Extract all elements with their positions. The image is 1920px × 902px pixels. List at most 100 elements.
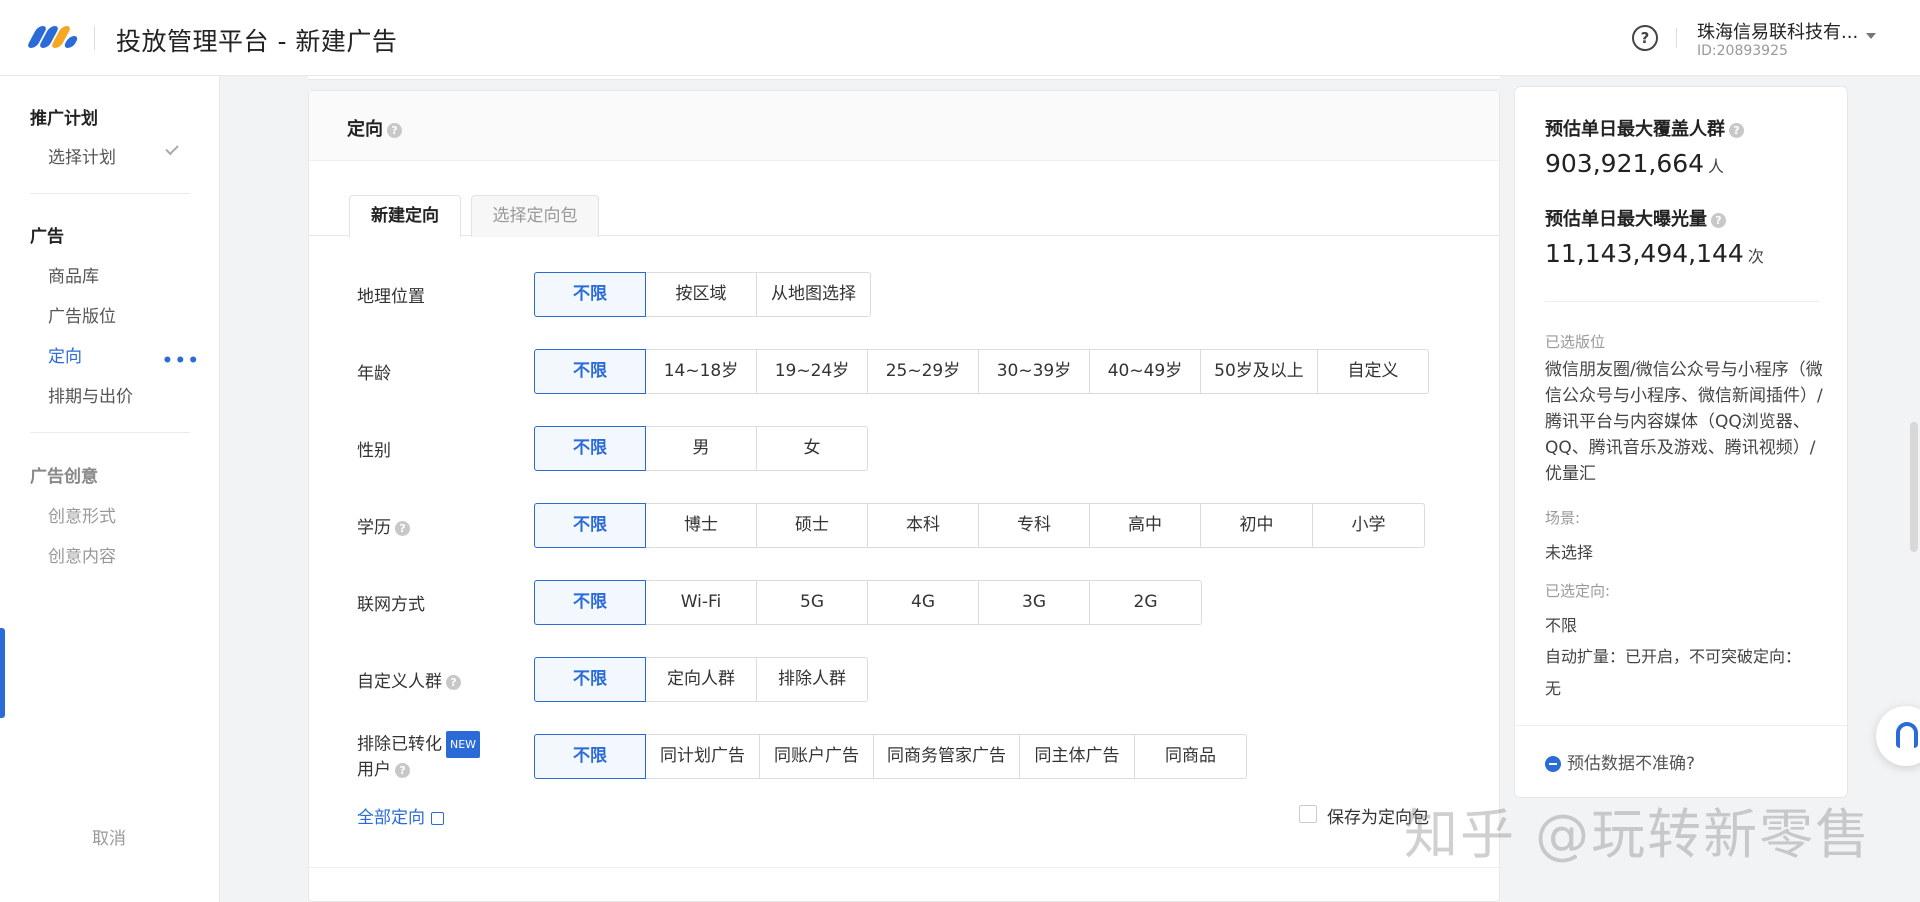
more-dots-icon[interactable]: •••	[162, 351, 201, 371]
new-badge: NEW	[446, 731, 481, 758]
impressions-number: 11,143,494,144	[1545, 239, 1744, 268]
estimate-panel: 预估单日最大覆盖人群? 903,921,664 人 预估单日最大曝光量? 11,1…	[1514, 86, 1848, 798]
education-option[interactable]: 博士	[646, 503, 757, 548]
reach-value: 903,921,664 人	[1545, 149, 1724, 178]
exclude-converted-option[interactable]: 不限	[534, 734, 646, 779]
row-label-network: 联网方式	[357, 595, 425, 615]
help-icon[interactable]: ?	[1711, 212, 1726, 228]
scrollbar[interactable]	[1910, 422, 1918, 552]
network-option[interactable]: 2G	[1090, 580, 1202, 625]
network-option[interactable]: 不限	[534, 580, 646, 625]
tab-new-targeting[interactable]: 新建定向	[349, 195, 461, 238]
row-label-custom-audience-text: 自定义人群	[357, 672, 442, 692]
inaccurate-feedback-text[interactable]: 预估数据不准确?	[1567, 754, 1695, 774]
education-option[interactable]: 初中	[1201, 503, 1313, 548]
geo-option[interactable]: 从地图选择	[757, 272, 871, 317]
education-option[interactable]: 专科	[979, 503, 1090, 548]
exclude-converted-option[interactable]: 同商品	[1135, 734, 1247, 779]
age-option[interactable]: 14~18岁	[646, 349, 757, 394]
education-option[interactable]: 硕士	[757, 503, 868, 548]
education-option[interactable]: 高中	[1090, 503, 1201, 548]
page-title: 投放管理平台 - 新建广告	[116, 27, 398, 56]
exclude-converted-options: 不限 同计划广告 同账户广告 同商务管家广告 同主体广告 同商品	[534, 734, 1247, 779]
help-icon[interactable]: ?	[1632, 25, 1658, 51]
age-option[interactable]: 30~39岁	[979, 349, 1090, 394]
gender-option[interactable]: 男	[646, 426, 757, 471]
age-option[interactable]: 自定义	[1318, 349, 1429, 394]
sidebar-group-ad: 广告	[30, 227, 64, 247]
geo-option[interactable]: 按区域	[646, 272, 757, 317]
custom-audience-option[interactable]: 不限	[534, 657, 646, 702]
sidebar-item-placement[interactable]: 广告版位	[48, 302, 116, 327]
network-option[interactable]: 3G	[979, 580, 1090, 625]
sidebar-item-schedule[interactable]: 排期与出价	[48, 382, 133, 407]
support-headset-button[interactable]	[1876, 706, 1920, 766]
age-option[interactable]: 不限	[534, 349, 646, 394]
all-targeting-text[interactable]: 全部定向	[357, 808, 425, 828]
gender-option[interactable]: 女	[757, 426, 868, 471]
header-divider	[1676, 28, 1677, 48]
age-option[interactable]: 25~29岁	[868, 349, 979, 394]
row-label-custom-audience: 自定义人群?	[357, 667, 461, 692]
cancel-button[interactable]: 取消	[92, 824, 126, 849]
targeting-label: 已选定向:	[1545, 582, 1611, 600]
exclude-converted-option[interactable]: 同商务管家广告	[874, 734, 1020, 779]
card-title: 定向?	[347, 115, 402, 141]
header-divider	[94, 26, 95, 50]
card-title-text: 定向	[347, 119, 383, 140]
gender-option[interactable]: 不限	[534, 426, 646, 471]
gender-options: 不限 男 女	[534, 426, 868, 471]
custom-audience-option[interactable]: 定向人群	[646, 657, 757, 702]
watermark: 知乎 @玩转新零售	[1404, 803, 1872, 866]
help-icon[interactable]: ?	[446, 674, 461, 690]
targeting-value: 不限	[1545, 616, 1578, 635]
sidebar-group-plan: 推广计划	[30, 109, 98, 129]
sidebar-item-products[interactable]: 商品库	[48, 262, 99, 287]
placement-label: 已选版位	[1545, 333, 1606, 351]
age-option[interactable]: 40~49岁	[1090, 349, 1201, 394]
custom-audience-option[interactable]: 排除人群	[757, 657, 868, 702]
all-targeting-link[interactable]: 全部定向	[357, 803, 444, 828]
help-icon[interactable]: ?	[395, 520, 410, 536]
panel-divider	[1545, 301, 1819, 302]
help-icon[interactable]: ?	[395, 762, 410, 778]
targeting-card: 定向? 新建定向 选择定向包 地理位置 不限 按区域 从地图选择 年龄 不限 1…	[308, 90, 1500, 902]
inaccurate-feedback-link[interactable]: 预估数据不准确?	[1545, 749, 1695, 774]
top-header: 投放管理平台 - 新建广告 ? 珠海信易联科技有... ID:20893925	[0, 0, 1920, 76]
account-id: ID:20893925	[1697, 43, 1788, 59]
chevron-down-icon[interactable]	[1866, 33, 1876, 39]
sidebar-divider	[30, 193, 190, 194]
row-label-exclude-converted: 排除已转化 NEW 用户?	[357, 731, 481, 783]
network-option[interactable]: Wi-Fi	[646, 580, 757, 625]
sidebar-item-select-plan[interactable]: 选择计划	[48, 143, 116, 168]
network-option[interactable]: 5G	[757, 580, 868, 625]
age-options: 不限 14~18岁 19~24岁 25~29岁 30~39岁 40~49岁 50…	[534, 349, 1429, 394]
exclude-converted-option[interactable]: 同账户广告	[760, 734, 874, 779]
sidebar-item-creative-content[interactable]: 创意内容	[48, 542, 116, 567]
help-icon[interactable]: ?	[1729, 122, 1744, 138]
age-option[interactable]: 19~24岁	[757, 349, 868, 394]
sidebar-item-targeting[interactable]: 定向	[48, 342, 82, 367]
auto-expand-value: 无	[1545, 679, 1562, 698]
network-option[interactable]: 4G	[868, 580, 979, 625]
card-header: 定向?	[309, 91, 1499, 161]
geo-option[interactable]: 不限	[534, 272, 646, 317]
save-package-checkbox[interactable]	[1299, 805, 1317, 823]
placement-value: 微信朋友圈/微信公众号与小程序（微信公众号与小程序、微信新闻插件）/腾讯平台与内…	[1545, 360, 1823, 484]
age-option[interactable]: 50岁及以上	[1201, 349, 1318, 394]
row-label-exclude-line1: 排除已转化	[357, 734, 442, 755]
auto-expand-text: 自动扩量：已开启，不可突破定向：	[1545, 647, 1802, 666]
exclude-converted-option[interactable]: 同计划广告	[646, 734, 760, 779]
account-name[interactable]: 珠海信易联科技有...	[1697, 18, 1858, 44]
geo-options: 不限 按区域 从地图选择	[534, 272, 871, 317]
side-tab-marker[interactable]	[0, 628, 5, 718]
help-icon[interactable]: ?	[387, 122, 402, 138]
sidebar: 推广计划 选择计划 广告 商品库 广告版位 定向 ••• 排期与出价 广告创意 …	[0, 76, 220, 902]
exclude-converted-option[interactable]: 同主体广告	[1020, 734, 1135, 779]
sidebar-item-creative-form[interactable]: 创意形式	[48, 502, 116, 527]
education-option[interactable]: 小学	[1313, 503, 1425, 548]
education-option[interactable]: 不限	[534, 503, 646, 548]
education-option[interactable]: 本科	[868, 503, 979, 548]
reach-number: 903,921,664	[1545, 149, 1705, 178]
tab-select-package[interactable]: 选择定向包	[471, 195, 599, 237]
